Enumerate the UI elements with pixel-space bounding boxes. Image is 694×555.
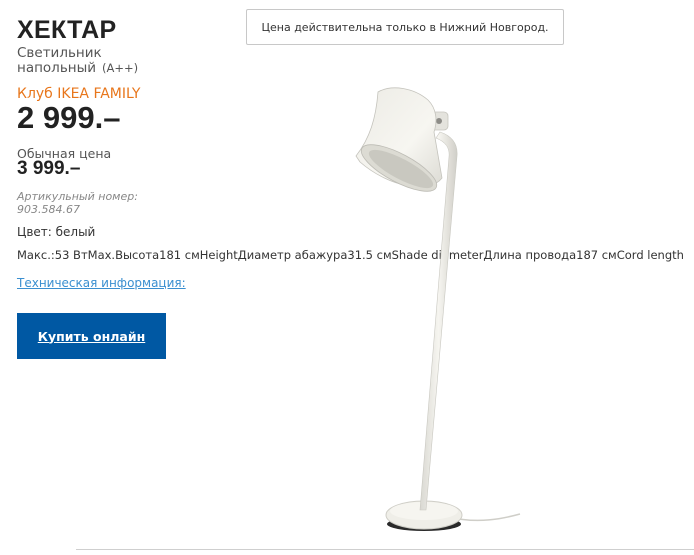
price-notice-text: Цена действительна только в Нижний Новго… — [261, 20, 549, 34]
regular-price: 3 999.– — [17, 158, 81, 179]
article-number: Артикульный номер: 903.584.67 — [17, 190, 138, 216]
divider — [76, 549, 694, 550]
product-type: Светильник напольный (A++) — [17, 46, 167, 76]
product-name: ХЕКТАР — [17, 16, 117, 44]
price-notice: Цена действительна только в Нижний Новго… — [246, 9, 564, 45]
tech-info-link[interactable]: Техническая информация: — [17, 276, 186, 290]
floor-lamp-image — [355, 87, 521, 531]
energy-class: (A++) — [102, 61, 139, 75]
buy-online-button[interactable]: Купить онлайн — [17, 313, 166, 359]
product-color: Цвет: белый — [17, 225, 96, 239]
family-price: 2 999.– — [17, 100, 121, 135]
product-type-label: Светильник напольный — [17, 45, 102, 76]
